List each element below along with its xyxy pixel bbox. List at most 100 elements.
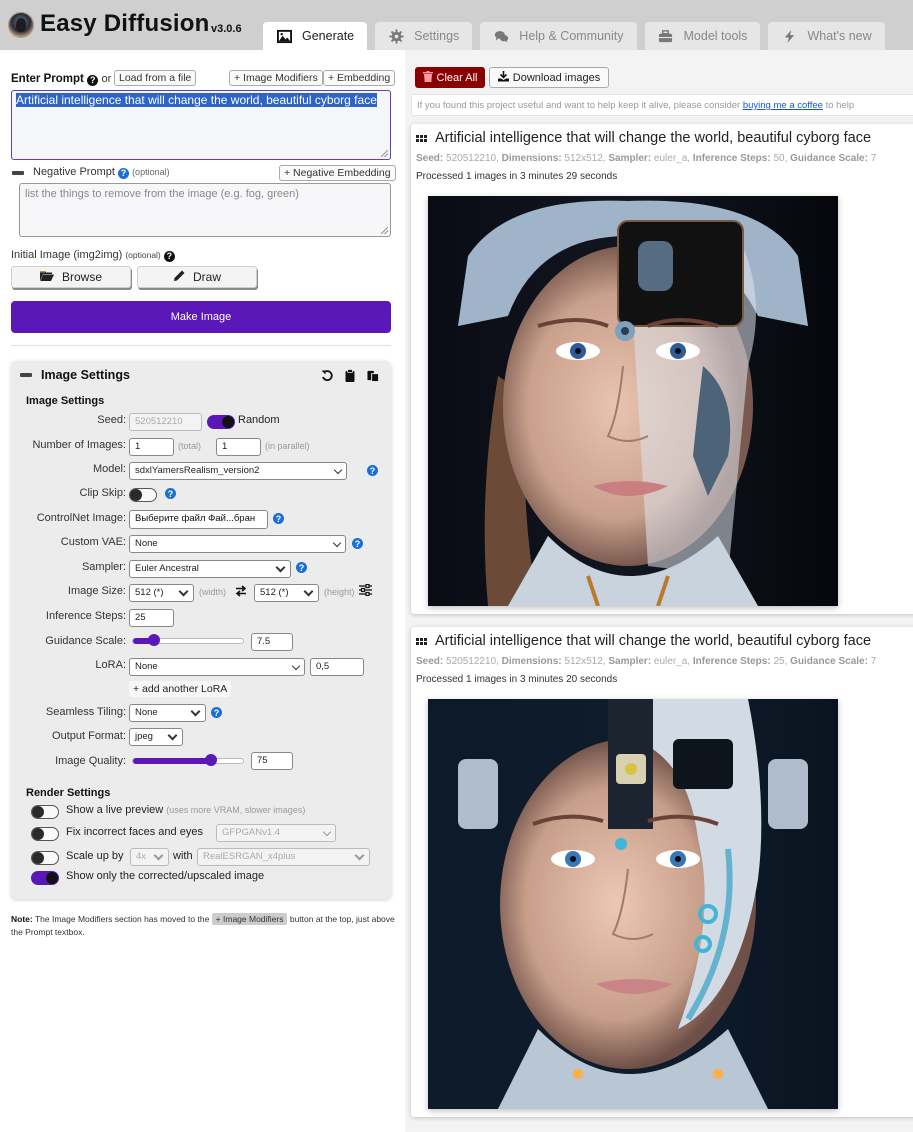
bolt-icon [781,28,797,44]
drag-handle-icon[interactable] [416,638,427,645]
guidance-scale-label: Guidance Scale: [45,635,126,647]
meta-key: Dimensions: [501,656,562,667]
meta-value: 512x512, [561,656,609,667]
add-lora-button[interactable]: + add another LoRA [129,681,232,697]
generated-image[interactable] [428,196,838,606]
live-preview-toggle[interactable] [31,805,59,819]
lora-select[interactable]: None [129,658,305,676]
negative-prompt-placeholder: list the things to remove from the image… [25,188,299,200]
seamless-tiling-select[interactable]: None [129,704,206,722]
controlnet-file-input[interactable]: Выберите файл Фай...бран [129,510,268,529]
help-icon[interactable]: ? [118,167,129,179]
random-seed-toggle[interactable] [207,415,235,429]
lora-label: LoRA: [95,659,126,671]
paste-icon[interactable] [366,368,379,382]
help-icon[interactable]: ? [165,488,176,499]
download-icon [497,70,509,85]
meta-key: Inference Steps: [692,153,771,164]
tab-model-tools[interactable]: Model tools [644,22,761,50]
gear-icon [388,28,404,44]
reset-icon[interactable] [320,368,333,382]
model-select[interactable]: sdxlYamersRealism_version2 [129,462,347,480]
tab-help-community[interactable]: Help & Community [480,22,637,50]
clear-all-button[interactable]: Clear All [415,67,485,88]
help-icon[interactable]: ? [273,513,284,524]
seed-input[interactable]: 520512210 [129,413,202,431]
image-settings-panel: Image Settings Image Settings Seed: 5205… [11,361,391,899]
sampler-select[interactable]: Euler Ancestral [129,560,291,578]
negative-prompt-textarea[interactable]: list the things to remove from the image… [19,183,391,237]
prompt-text: Artificial intelligence that will change… [16,93,377,107]
slider-knob[interactable] [205,754,218,766]
embedding-button[interactable]: + Embedding [323,70,396,86]
guidance-scale-input[interactable]: 7.5 [251,633,293,651]
upscale-toggle[interactable] [31,851,59,865]
drag-handle-icon[interactable] [416,135,427,142]
num-images-total-input[interactable]: 1 [129,438,174,456]
help-icon[interactable]: ? [367,465,378,476]
meta-value: 7 [867,153,877,164]
help-icon[interactable]: ? [296,562,307,573]
output-format-label: Output Format: [52,730,126,742]
tab-whats-new[interactable]: What's new [768,22,885,50]
draw-button[interactable]: Draw [137,266,257,288]
height-select[interactable]: 512 (*) [254,584,319,602]
negative-prompt-label: Negative Prompt [33,166,115,178]
output-format-select[interactable]: jpeg [129,728,183,746]
buy-coffee-link[interactable]: buying me a coffee [743,100,823,111]
slider-knob[interactable] [147,634,160,646]
resize-handle[interactable] [381,150,388,157]
model-label: Model: [92,463,126,475]
generated-image[interactable] [428,699,838,1109]
chevron-down-icon [291,661,301,671]
resize-handle[interactable] [381,227,388,234]
fix-faces-toggle[interactable] [31,827,59,841]
help-icon[interactable]: ? [163,250,175,262]
num-images-parallel-input[interactable]: 1 [216,438,261,456]
fix-faces-label: Fix incorrect faces and eyes [66,826,203,838]
help-icon[interactable]: ? [352,538,363,549]
pencil-icon [173,270,185,285]
chevron-down-icon [303,586,314,597]
height-hint: (height) [324,587,355,597]
meta-key: Sampler: [608,656,652,667]
browse-button[interactable]: Browse [11,266,131,288]
guidance-scale-slider[interactable] [132,634,244,646]
width-select[interactable]: 512 (*) [129,584,194,602]
sliders-icon[interactable] [359,583,372,599]
meta-key: Seed: [416,153,444,164]
image-modifiers-chip: + Image Modifiers [211,913,288,925]
tab-label: Generate [302,29,355,43]
app-logo [8,12,34,38]
tab-generate[interactable]: Generate [263,22,368,50]
show-corrected-toggle[interactable] [31,871,59,885]
help-icon[interactable]: ? [87,74,99,86]
upscale-factor-select[interactable]: 4x [130,848,169,866]
swap-icon[interactable] [235,585,247,600]
image-quality-slider[interactable] [132,754,244,766]
face-model-select[interactable]: GFPGANv1.4 [216,824,336,842]
collapse-icon[interactable] [20,373,32,377]
download-images-button[interactable]: Download images [489,67,609,88]
section-title: Image Settings [26,395,105,407]
sampler-label: Sampler: [81,561,126,573]
help-icon[interactable]: ? [211,707,222,718]
inference-steps-input[interactable]: 25 [129,609,174,627]
image-modifiers-button[interactable]: + Image Modifiers [229,70,323,86]
controlnet-label: ControlNet Image: [36,512,126,524]
lora-strength-input[interactable]: 0,5 [310,658,364,676]
custom-vae-select[interactable]: None [129,535,346,553]
clip-skip-toggle[interactable] [129,488,157,502]
chevron-down-icon [167,730,178,741]
collapse-icon[interactable] [12,171,24,175]
image-icon [276,28,292,44]
load-from-file-button[interactable]: Load from a file [114,70,197,86]
image-quality-input[interactable]: 75 [251,752,293,770]
tab-settings[interactable]: Settings [375,22,473,50]
initial-image-label-row: Initial Image (img2img) (optional) ? [11,249,175,262]
upscaler-model-select[interactable]: RealESRGAN_x4plus [197,848,370,866]
negative-embedding-button[interactable]: + Negative Embedding [279,165,396,181]
clipboard-copy-icon[interactable] [343,368,356,382]
make-image-button[interactable]: Make Image [11,301,391,333]
prompt-textarea[interactable]: Artificial intelligence that will change… [11,90,391,160]
